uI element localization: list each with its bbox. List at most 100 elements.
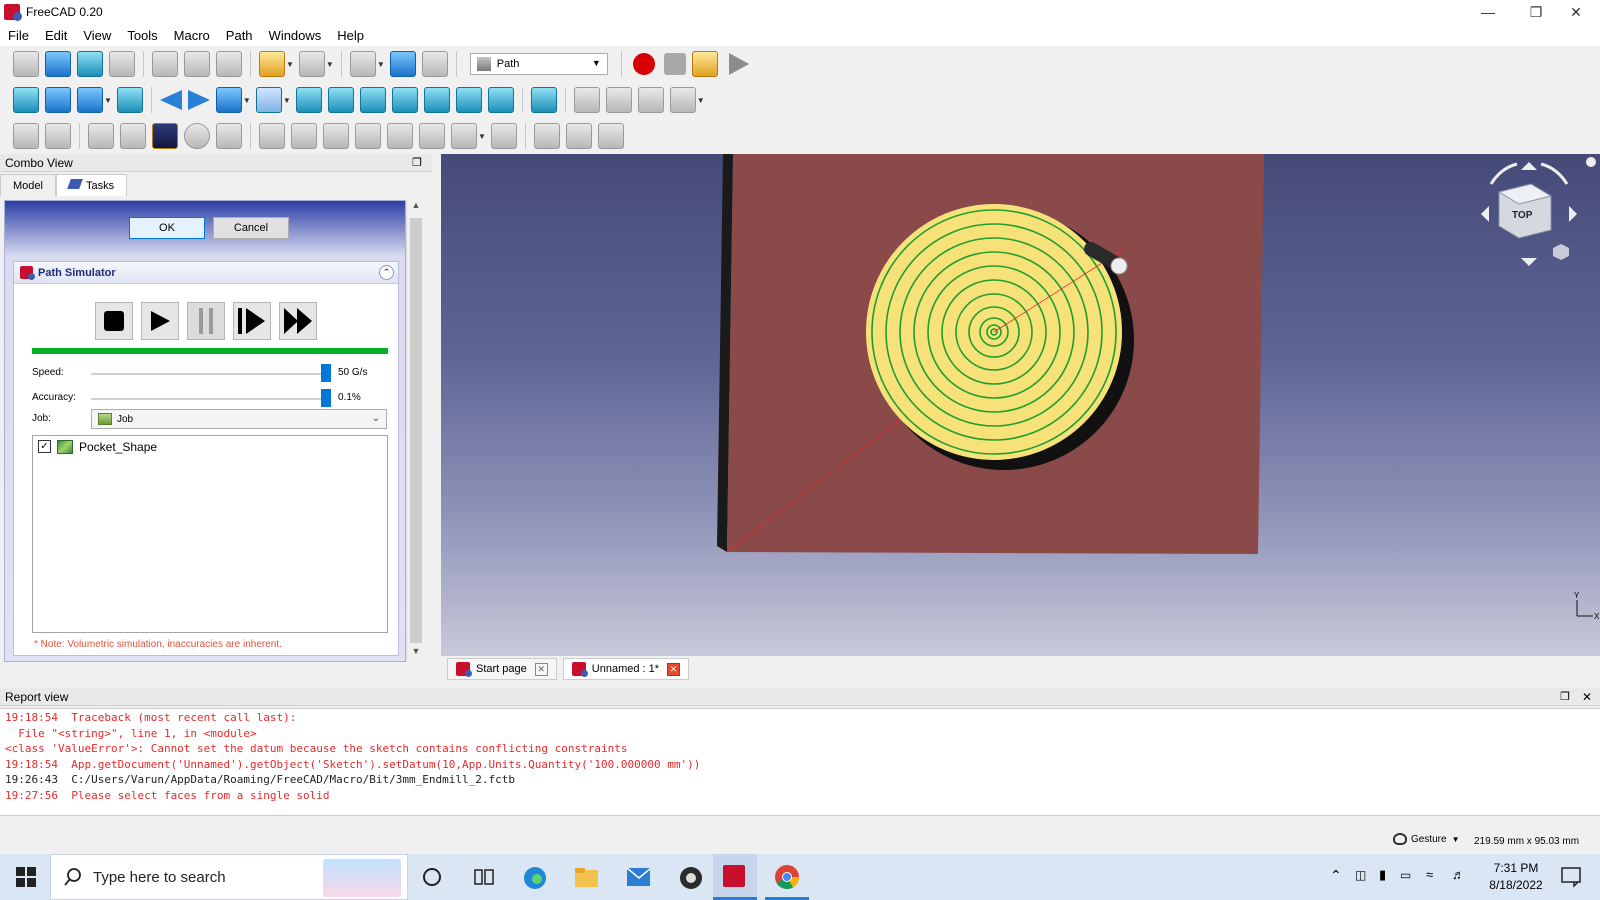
menu-edit[interactable]: Edit — [37, 28, 75, 43]
task-panel-scrollbar[interactable]: ▲ ▼ — [406, 200, 424, 662]
stop-button[interactable] — [95, 302, 133, 340]
show-hidden-icons-icon[interactable]: ⌃ — [1330, 867, 1342, 884]
navcube-rotate-left-icon[interactable] — [1481, 206, 1489, 222]
chevron-down-icon[interactable]: ▼ — [697, 96, 705, 105]
redo-icon[interactable] — [298, 51, 325, 77]
chevron-down-icon[interactable]: ▼ — [326, 60, 334, 69]
edit-macro-icon[interactable] — [691, 51, 718, 77]
battery-icon[interactable]: ▭ — [1400, 868, 1411, 882]
close-tab-icon[interactable]: ✕ — [667, 662, 681, 676]
engrave-icon[interactable] — [451, 123, 477, 149]
navcube-roll-right-icon[interactable] — [1540, 162, 1569, 185]
recompute-icon[interactable] — [389, 51, 416, 77]
3d-pocket-icon[interactable] — [533, 123, 560, 149]
edge-browser-icon[interactable] — [522, 865, 546, 889]
scroll-up-icon[interactable]: ▲ — [407, 200, 425, 216]
surface-icon[interactable] — [597, 123, 624, 149]
close-panel-icon[interactable]: ✕ — [1582, 688, 1592, 706]
tab-model[interactable]: Model — [0, 174, 56, 196]
standard-views-icon[interactable] — [255, 87, 282, 113]
toolbit-icon[interactable] — [88, 123, 114, 149]
menu-view[interactable]: View — [75, 28, 119, 43]
fit-all-icon[interactable] — [13, 87, 39, 113]
volume-icon[interactable]: ♬ — [1452, 867, 1465, 882]
measure-distance-icon[interactable] — [530, 87, 557, 113]
3d-scene[interactable]: TOP Y X — [441, 154, 1600, 656]
rear-view-icon[interactable] — [423, 87, 450, 113]
isometric-view-icon[interactable] — [295, 87, 322, 113]
print-icon[interactable] — [109, 51, 135, 77]
sync-view-icon[interactable] — [215, 87, 242, 113]
pause-button[interactable] — [187, 302, 225, 340]
float-panel-icon[interactable]: ❐ — [412, 154, 422, 172]
bottom-view-icon[interactable] — [455, 87, 482, 113]
front-view-icon[interactable] — [327, 87, 354, 113]
toolbit-library-icon[interactable] — [120, 123, 146, 149]
create-part-icon[interactable] — [573, 87, 600, 113]
refresh-check-icon[interactable] — [349, 51, 376, 77]
menu-macro[interactable]: Macro — [166, 28, 218, 43]
array-icon[interactable] — [216, 123, 242, 149]
operation-checkbox[interactable]: ✓ — [38, 440, 51, 453]
chevron-down-icon[interactable]: ▼ — [478, 132, 486, 141]
link-actions-icon[interactable] — [669, 87, 696, 113]
profile-icon[interactable] — [259, 123, 285, 149]
file-explorer-icon[interactable] — [574, 865, 598, 889]
pocket-shape-icon[interactable] — [291, 123, 317, 149]
draw-style-icon[interactable] — [77, 87, 103, 113]
menu-windows[interactable]: Windows — [261, 28, 330, 43]
create-group-icon[interactable] — [605, 87, 632, 113]
chevron-down-icon[interactable]: ▼ — [243, 96, 251, 105]
chevron-down-icon[interactable]: ▼ — [286, 60, 294, 69]
report-log[interactable]: 19:18:54 Traceback (most recent call las… — [0, 708, 1600, 816]
copy-icon[interactable] — [184, 51, 210, 77]
post-process-icon[interactable] — [45, 123, 71, 149]
navcube-rotate-right-icon[interactable] — [1569, 206, 1577, 222]
float-panel-icon[interactable]: ❐ — [1560, 688, 1570, 706]
speed-slider-track[interactable] — [91, 373, 331, 375]
step-button[interactable] — [233, 302, 271, 340]
left-view-icon[interactable] — [487, 87, 514, 113]
notifications-icon[interactable] — [1560, 865, 1584, 889]
job-icon[interactable] — [13, 123, 39, 149]
minimize-button[interactable]: — — [1464, 0, 1512, 24]
navcube-rotate-down-icon[interactable] — [1521, 258, 1537, 266]
task-view-icon[interactable] — [472, 865, 496, 889]
chevron-down-icon[interactable]: ▼ — [377, 60, 385, 69]
back-arrow-icon[interactable] — [159, 90, 182, 110]
right-view-icon[interactable] — [391, 87, 418, 113]
waterline-icon[interactable] — [565, 123, 592, 149]
whats-this-icon[interactable] — [421, 51, 448, 77]
face-icon[interactable] — [355, 123, 381, 149]
record-macro-icon[interactable] — [632, 53, 655, 75]
device-icon[interactable]: ◫ — [1355, 868, 1366, 882]
forward-arrow-icon[interactable] — [187, 90, 210, 110]
taskbar-search-box[interactable]: Type here to search — [50, 854, 408, 900]
obs-studio-icon[interactable] — [678, 865, 702, 889]
speed-slider-thumb[interactable] — [321, 364, 331, 382]
tab-start-page[interactable]: Start page ✕ — [447, 658, 557, 680]
menu-help[interactable]: Help — [329, 28, 372, 43]
inspect-gcode-icon[interactable] — [184, 123, 210, 149]
make-link-icon[interactable] — [637, 87, 664, 113]
new-document-icon[interactable] — [13, 51, 39, 77]
fast-forward-button[interactable] — [279, 302, 317, 340]
wifi-icon[interactable]: ≈ — [1426, 867, 1433, 882]
tab-tasks[interactable]: Tasks — [55, 174, 128, 196]
ok-button[interactable]: OK — [129, 217, 205, 239]
accuracy-slider-thumb[interactable] — [321, 389, 331, 407]
accuracy-slider-track[interactable] — [91, 398, 331, 400]
undo-icon[interactable] — [259, 51, 285, 77]
workbench-selector[interactable]: Path ▼ — [469, 53, 608, 75]
cortana-icon[interactable] — [420, 865, 444, 889]
navcube-rotate-up-icon[interactable] — [1521, 162, 1537, 170]
close-button[interactable]: ✕ — [1552, 0, 1600, 24]
play-button[interactable] — [141, 302, 179, 340]
microphone-icon[interactable]: ▮ — [1379, 867, 1386, 883]
slot-icon[interactable] — [490, 123, 517, 149]
scrollbar-thumb[interactable] — [410, 218, 422, 643]
navcube-mini-icon[interactable] — [1553, 244, 1569, 260]
scroll-down-icon[interactable]: ▼ — [407, 646, 425, 662]
bounding-box-icon[interactable] — [116, 87, 143, 113]
list-item[interactable]: ✓ Pocket_Shape — [33, 436, 387, 458]
